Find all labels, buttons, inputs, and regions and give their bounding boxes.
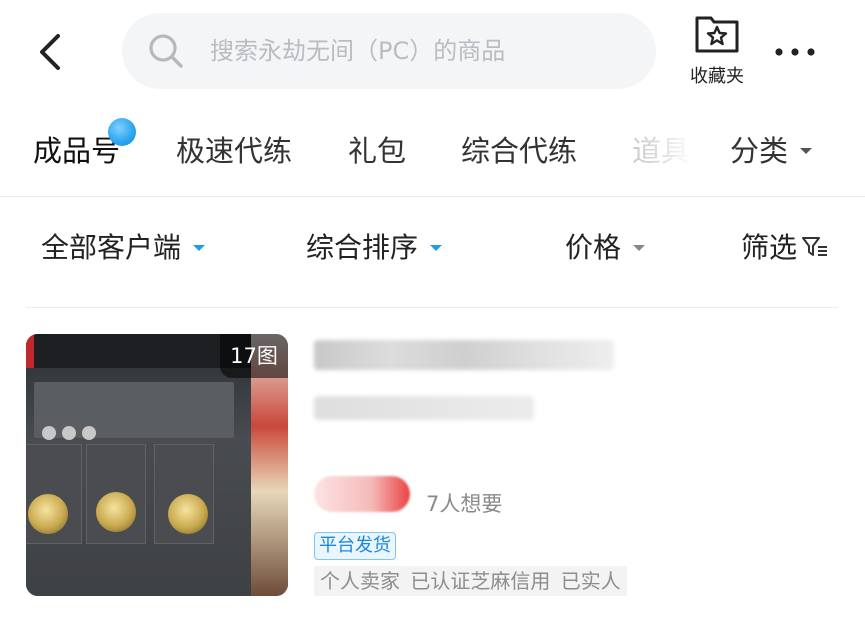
tab-speed-boost[interactable]: 极速代练 (176, 128, 292, 170)
listing-title-redacted (314, 340, 614, 370)
listing-thumbnail: 17图 (26, 334, 288, 596)
tab-items[interactable]: 道具 (632, 128, 692, 170)
caret-down-icon (800, 148, 812, 154)
back-arrow-icon (40, 34, 60, 70)
tab-finished-account[interactable]: 成品号 (33, 128, 120, 170)
back-button[interactable] (30, 30, 70, 74)
favorites-star-icon (695, 16, 739, 53)
divider (26, 307, 838, 308)
filter-price[interactable]: 价格 (565, 226, 646, 266)
filter-client-label: 全部客户端 (41, 231, 182, 264)
search-bar[interactable] (122, 13, 656, 89)
filter-price-label: 价格 (565, 231, 622, 264)
filter-sort-label: 综合排序 (306, 231, 419, 264)
more-dots-icon (775, 48, 815, 56)
listing-price-redacted (314, 476, 410, 512)
listing-card[interactable]: 17图 7人想要 平台发货 个人卖家 已认证芝麻信用 已实人 (26, 334, 838, 596)
wants-count: 7人想要 (426, 492, 503, 516)
category-label: 分类 (730, 134, 789, 168)
tab-gift-pack[interactable]: 礼包 (348, 128, 406, 170)
category-tabs: 成品号 极速代练 礼包 综合代练 道具 分类 (0, 118, 865, 184)
more-button[interactable] (773, 40, 817, 64)
favorites-button[interactable]: 收藏夹 (684, 14, 750, 90)
category-dropdown[interactable]: 分类 (708, 118, 865, 184)
listing-subtitle-redacted (314, 396, 534, 420)
tab-comprehensive-boost[interactable]: 综合代练 (461, 128, 577, 170)
platform-delivery-tag: 平台发货 (314, 532, 396, 560)
filter-sort[interactable]: 综合排序 (306, 226, 443, 266)
tab-notification-dot (108, 118, 136, 146)
caret-down-icon (633, 245, 646, 251)
search-input[interactable] (210, 29, 630, 73)
caret-down-icon (193, 245, 206, 251)
filter-button[interactable]: 筛选 (741, 226, 829, 266)
seller-info-tag: 个人卖家 已认证芝麻信用 已实人 (314, 566, 627, 596)
search-icon (149, 34, 183, 68)
image-count-badge: 17图 (220, 334, 288, 378)
filter-client[interactable]: 全部客户端 (41, 226, 206, 266)
favorites-label: 收藏夹 (690, 66, 744, 87)
filter-button-label: 筛选 (741, 231, 798, 264)
divider (0, 196, 865, 197)
caret-down-icon (430, 245, 443, 251)
filter-funnel-icon (802, 237, 828, 256)
